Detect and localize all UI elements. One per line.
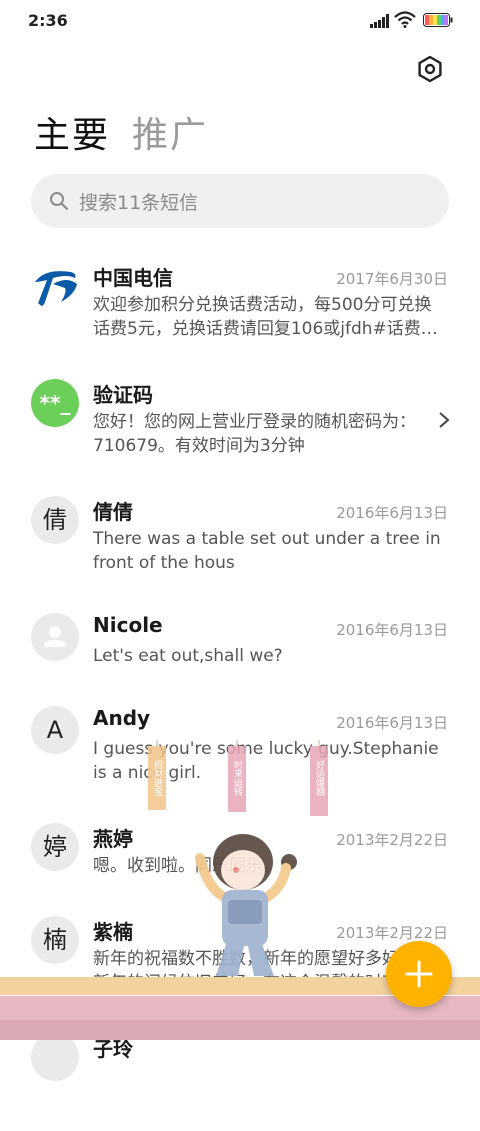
battery-icon: [423, 13, 453, 27]
settings-icon[interactable]: [416, 55, 444, 83]
message-date: 2016年6月13日: [336, 714, 448, 732]
list-item[interactable]: **_ 验证码 您好！您的网上营业厅登录的随机密码为：710679。有效时间为3…: [0, 367, 480, 477]
status-bar: 2:36: [0, 0, 480, 40]
plus-icon: [405, 960, 433, 988]
message-date: 2016年6月13日: [336, 621, 448, 639]
avatar: 倩: [31, 496, 79, 544]
list-item[interactable]: 倩 倩倩 2016年6月13日 There was a table set ou…: [0, 484, 480, 594]
search-icon: [50, 192, 69, 211]
avatar: A: [31, 706, 79, 754]
contact-name: 燕婷: [93, 827, 133, 851]
search-placeholder: 搜索11条短信: [79, 192, 199, 214]
signal-icon: [370, 14, 389, 28]
list-item[interactable]: 中国电信 2017年6月30日 欢迎参加积分兑换话费活动，每500分可兑换话费5…: [0, 250, 480, 360]
contact-name: 倩倩: [93, 500, 133, 524]
avatar: 楠: [31, 916, 79, 964]
message-date: 2016年6月13日: [336, 504, 448, 522]
list-item[interactable]: A Andy 2016年6月13日 I guess you're some lu…: [0, 694, 480, 804]
message-preview: 欢迎参加积分兑换话费活动，每500分可兑换话费5元，兑换话费请回复106或jfd…: [93, 295, 438, 339]
contact-name: 紫楠: [93, 920, 133, 944]
message-preview: 您好！您的网上营业厅登录的随机密码为：710679。有效时间为3分钟: [93, 412, 416, 456]
contact-name: Nicole: [93, 613, 163, 637]
message-date: 2013年2月22日: [336, 924, 448, 942]
search-input[interactable]: 搜索11条短信: [31, 174, 449, 228]
tab-main[interactable]: 主要: [34, 106, 110, 158]
message-preview: There was a table set out under a tree i…: [93, 529, 441, 573]
message-preview: Let's eat out,shall we?: [93, 646, 283, 666]
message-preview: I guess you're some lucky guy.Stephanie …: [93, 739, 439, 783]
contact-name: 中国电信: [93, 266, 173, 290]
avatar: [31, 262, 79, 310]
message-date: 2017年6月30日: [336, 270, 448, 288]
list-item[interactable]: 子玲: [0, 1021, 480, 1131]
person-icon: [44, 626, 66, 647]
contact-name: 验证码: [93, 383, 153, 407]
wifi-icon: [394, 11, 416, 28]
telecom-logo-icon: [35, 271, 77, 307]
status-time: 2:36: [28, 11, 68, 30]
tab-promo[interactable]: 推广: [132, 106, 208, 158]
avatar: [31, 1033, 79, 1081]
avatar: 婷: [31, 823, 79, 871]
avatar: **_: [31, 379, 79, 427]
message-preview: 嗯。收到啦。同乐同乐。: [93, 856, 280, 876]
contact-name: 子玲: [93, 1037, 133, 1061]
compose-button[interactable]: [386, 941, 452, 1007]
chevron-right-icon: [439, 412, 450, 428]
contact-name: Andy: [93, 706, 151, 730]
avatar: [31, 613, 79, 661]
message-date: 2013年2月22日: [336, 831, 448, 849]
